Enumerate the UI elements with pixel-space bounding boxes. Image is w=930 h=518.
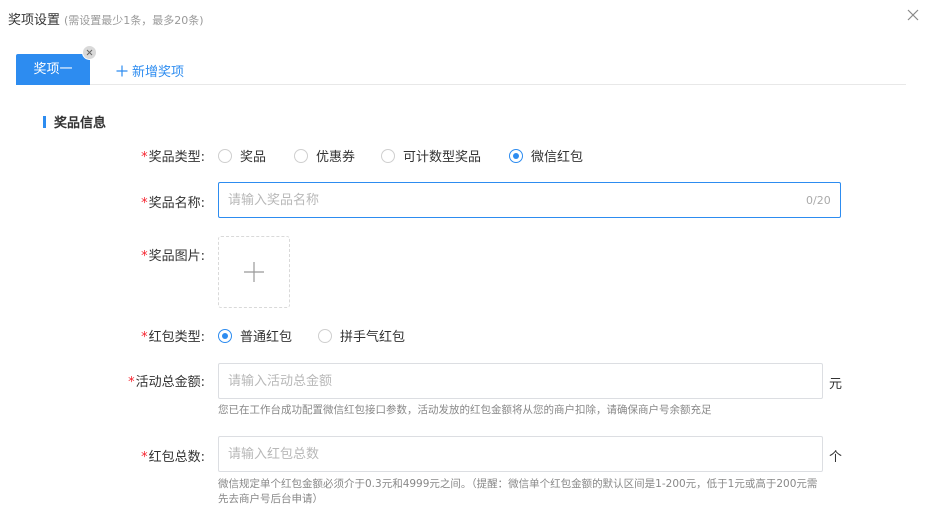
plus-icon	[116, 65, 128, 76]
section-title-bar	[43, 115, 46, 128]
prize-tabs: 奖项一 新增奖项	[16, 45, 906, 85]
section-title: 奖品信息	[43, 112, 106, 131]
plus-icon	[244, 262, 264, 282]
envelope-count-hint-line2: 先去商户号后台申请）	[218, 493, 323, 505]
envelope-type-radio-group: 普通红包 拼手气红包	[218, 326, 431, 345]
prize-name-label: *奖品名称:	[141, 196, 205, 211]
prize-name-counter: 0/20	[806, 194, 831, 207]
prize-type-option-countable[interactable]: 可计数型奖品	[381, 146, 481, 165]
prize-type-option-coupon[interactable]: 优惠券	[294, 146, 355, 165]
envelope-count-unit: 个	[829, 450, 843, 465]
prize-type-option-prize[interactable]: 奖品	[218, 146, 266, 165]
tab-prize-1[interactable]: 奖项一	[16, 54, 90, 85]
envelope-count-hint-line1: 微信规定单个红包金额必须介于0.3元和4999元之间。（提醒：微信单个红包金额的…	[218, 478, 818, 490]
total-amount-unit: 元	[829, 377, 843, 392]
radio-circle-icon	[381, 148, 396, 163]
envelope-type-option-lucky[interactable]: 拼手气红包	[318, 326, 405, 345]
tab-prize-1-label: 奖项一	[33, 62, 73, 77]
envelope-count-label: *红包总数:	[141, 450, 205, 465]
radio-checked-icon	[218, 328, 232, 343]
radio-circle-icon	[294, 148, 309, 163]
prize-type-option-wechat-envelope[interactable]: 微信红包	[509, 146, 583, 165]
envelope-type-option-normal[interactable]: 普通红包	[218, 326, 292, 345]
close-icon[interactable]	[906, 8, 920, 22]
radio-circle-icon	[218, 148, 232, 163]
radio-checked-icon	[509, 148, 524, 163]
dialog-title: 奖项设置	[8, 13, 61, 28]
dialog-header: 奖项设置 (需设置最少1条，最多20条)	[8, 9, 204, 28]
radio-circle-icon	[318, 328, 333, 343]
tab-close-icon[interactable]	[82, 45, 97, 60]
prize-image-upload[interactable]	[218, 236, 290, 308]
prize-name-input[interactable]	[218, 182, 841, 218]
dialog-subtitle: (需设置最少1条，最多20条)	[64, 14, 204, 27]
prize-type-label: *奖品类型:	[141, 150, 205, 165]
total-amount-label: *活动总金额:	[128, 375, 205, 390]
add-prize-label: 新增奖项	[132, 65, 185, 80]
section-title-text: 奖品信息	[54, 116, 107, 131]
prize-type-radio-group: 奖品 优惠券 可计数型奖品 微信红包	[218, 146, 609, 165]
total-amount-input[interactable]	[218, 363, 823, 399]
envelope-count-input[interactable]	[218, 436, 823, 472]
prize-image-label: *奖品图片:	[141, 249, 205, 264]
add-prize-button[interactable]: 新增奖项	[116, 61, 184, 80]
envelope-type-label: *红包类型:	[141, 330, 205, 345]
total-amount-hint: 您已在工作台成功配置微信红包接口参数，活动发放的红包金额将从您的商户扣除，请确保…	[218, 404, 712, 416]
